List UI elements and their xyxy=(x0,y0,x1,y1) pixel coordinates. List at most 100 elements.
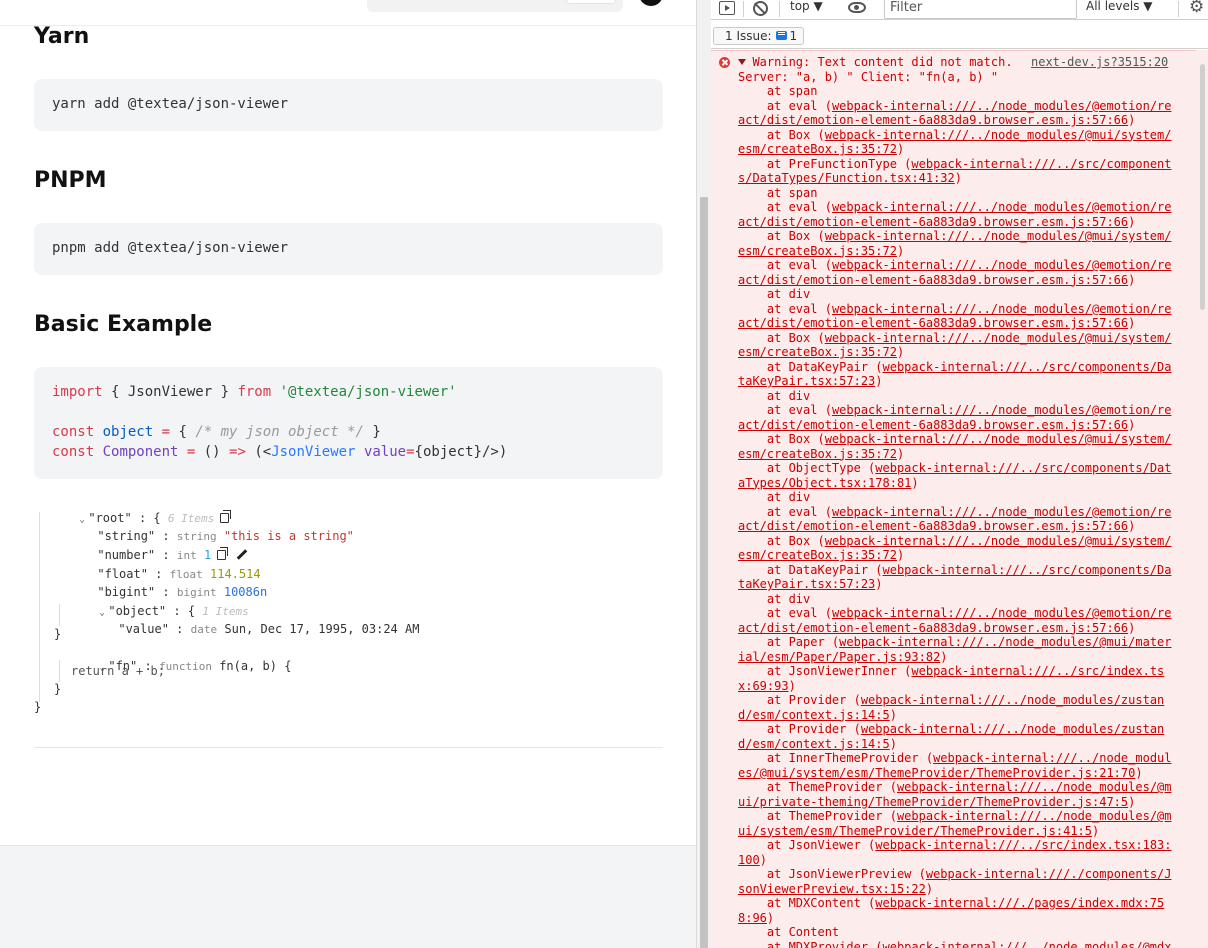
stack-frame-link[interactable]: webpack-internal:///../node_modules/zust… xyxy=(738,722,1164,751)
filter-input[interactable]: Filter xyxy=(884,0,1077,19)
stack-frame-link[interactable]: webpack-internal:///../src/index.tsx:183… xyxy=(738,838,1172,867)
stack-frame: at MDXContent (webpack-internal:///./pag… xyxy=(738,896,1165,925)
stack-frame: at Paper (webpack-internal:///../node_mo… xyxy=(738,635,1172,664)
stack-frame-link[interactable]: webpack-internal:///./pages/index.mdx:75… xyxy=(738,896,1164,925)
code-token: const xyxy=(52,424,95,440)
stack-frame-link[interactable]: webpack-internal:///../node_modules/@emo… xyxy=(738,403,1172,432)
stack-frame: at InnerThemeProvider (webpack-internal:… xyxy=(738,751,1172,780)
yarn-command: yarn add @textea/json-viewer xyxy=(52,96,289,112)
stack-frame: at MDXProvider (webpack-internal:///../n… xyxy=(738,940,1172,948)
clear-console-icon[interactable] xyxy=(753,1,768,16)
stack-frame: at JsonViewerInner (webpack-internal:///… xyxy=(738,664,1165,693)
code-token: {object}/>) xyxy=(414,444,508,460)
stack-frame: at div xyxy=(766,287,811,301)
warning-detail: Server: "a, b) " Client: "fn(a, b) " xyxy=(738,69,999,84)
stack-frame: at eval (webpack-internal:///../node_mod… xyxy=(738,200,1172,229)
context-selector[interactable]: top ▼ xyxy=(790,0,823,13)
stack-frame-link[interactable]: webpack-internal:///../src/components/Da… xyxy=(738,157,1172,186)
code-token: /* my json object */ xyxy=(195,424,364,440)
basic-example-heading: Basic Example xyxy=(34,312,213,337)
stack-frame-link[interactable]: webpack-internal:///../node_modules/@mui… xyxy=(738,331,1171,360)
warning-title: Warning: Text content did not match. Ser… xyxy=(738,55,1013,84)
stack-frame-link[interactable]: webpack-internal:///../node_modules/zust… xyxy=(738,693,1164,722)
console-error-message[interactable]: next-dev.js?3515:20 Warning: Text conten… xyxy=(711,50,1208,948)
stack-frame-link[interactable]: webpack-internal:///../node_modules/@emo… xyxy=(738,99,1172,128)
stack-frame: at div xyxy=(766,591,811,606)
code-token: = xyxy=(406,444,415,460)
issues-bar: 1 Issue: 1 xyxy=(711,21,1208,49)
log-levels-dropdown[interactable]: All levels ▼ xyxy=(1086,0,1153,13)
stack-frame-link[interactable]: webpack-internal:///../node_modules/@emo… xyxy=(738,606,1172,635)
stack-frame-link[interactable]: webpack-internal:///../node_modules/@mui… xyxy=(738,635,1172,664)
yarn-code-block: yarn add @textea/json-viewer xyxy=(34,79,663,131)
page-scrollbar[interactable] xyxy=(696,0,711,948)
stack-frame-link[interactable]: webpack-internal:///../src/components/Da… xyxy=(738,360,1171,389)
stack-frame-link[interactable]: webpack-internal:///../src/components/Da… xyxy=(738,563,1171,592)
stack-frame: at Box (webpack-internal:///../node_modu… xyxy=(738,330,1172,360)
stack-frame: at ThemeProvider (webpack-internal:///..… xyxy=(738,809,1172,838)
stack-frame-link[interactable]: webpack-internal:///../src/components/Da… xyxy=(738,461,1172,490)
stack-frame-link[interactable]: webpack-internal:///../node_modules/@emo… xyxy=(738,505,1172,534)
stack-frame: at Box (webpack-internal:///../node_modu… xyxy=(738,432,1172,461)
code-token: '@textea/json-viewer' xyxy=(279,384,457,400)
code-line-1: import { JsonViewer } from '@textea/json… xyxy=(52,384,457,400)
code-token: (< xyxy=(245,444,272,460)
stack-frame-link[interactable]: webpack-internal:///../node_modules/@mui… xyxy=(738,432,1171,461)
toolbar-separator xyxy=(743,1,744,17)
date-row[interactable]: "value" : date Sun, Dec 17, 1995, 03:24 … xyxy=(75,608,419,650)
stack-frame-link[interactable]: webpack-internal:///../node_modules/@mui… xyxy=(738,229,1171,258)
console-toolbar: top ▼ Filter All levels ▼ ⚙ xyxy=(711,0,1208,20)
stack-frame-link[interactable]: webpack-internal:///../node_modules/@mui… xyxy=(738,809,1172,838)
code-token: { JsonViewer } xyxy=(102,384,238,400)
code-token: { xyxy=(170,424,196,440)
stack-frame-link[interactable]: webpack-internal:///../node_modules/@mdx… xyxy=(738,940,1172,948)
stack-frame: at div xyxy=(766,388,811,403)
site-header xyxy=(0,0,696,26)
stack-frame-link[interactable]: webpack-internal:///../node_modules/@mui… xyxy=(738,128,1171,157)
live-expression-eye-icon[interactable] xyxy=(848,2,866,13)
stack-frame: at span xyxy=(766,84,818,98)
stack-frame-link[interactable]: webpack-internal:///../node_modules/@emo… xyxy=(738,200,1172,229)
settings-gear-icon[interactable]: ⚙ xyxy=(1189,0,1204,16)
stack-frame-link[interactable]: webpack-internal:///../node_modules/@emo… xyxy=(738,258,1172,287)
object-close: } xyxy=(54,627,62,641)
github-icon[interactable] xyxy=(639,0,663,6)
stack-frame-link[interactable]: webpack-internal:///../node_modules/@emo… xyxy=(738,302,1172,331)
fn-body: return a + b; xyxy=(71,664,165,678)
scrollbar-thumb[interactable] xyxy=(700,197,708,948)
issues-label: 1 Issue: xyxy=(725,29,772,43)
stack-frame: at eval (webpack-internal:///../node_mod… xyxy=(738,606,1172,635)
example-code-block: import { JsonViewer } from '@textea/json… xyxy=(34,367,663,479)
stack-frame: at eval (webpack-internal:///../node_mod… xyxy=(738,301,1172,331)
scrollbar-thumb[interactable] xyxy=(1200,64,1205,310)
code-token: from xyxy=(237,384,272,400)
stack-frame-link[interactable]: webpack-internal:///../node_modules/@mui… xyxy=(738,534,1171,563)
stack-frame-link[interactable]: webpack-internal:///../src/index.tsx:69:… xyxy=(738,664,1164,693)
code-token: Component xyxy=(102,444,179,460)
value-key: "value" xyxy=(118,622,169,636)
devtools-panel: top ▼ Filter All levels ▼ ⚙ 1 Issue: 1 ne… xyxy=(711,0,1208,948)
stack-frame-link[interactable]: webpack-internal:///./components/JsonVie… xyxy=(738,867,1172,896)
code-token: => xyxy=(229,444,246,460)
sidebar-toggle-icon[interactable] xyxy=(719,1,735,15)
toolbar-separator xyxy=(1178,1,1179,17)
stack-frame: at span xyxy=(766,185,818,200)
stack-frame: at Box (webpack-internal:///../node_modu… xyxy=(738,127,1172,157)
code-token: JsonViewer xyxy=(271,444,356,460)
code-line-3: const Component = () => (<JsonViewer val… xyxy=(52,444,507,460)
json-viewer: ⌄ "root" : { 6 Items "string" : string "t… xyxy=(34,494,663,720)
pnpm-command: pnpm add @textea/json-viewer xyxy=(52,240,289,256)
stack-frame: at Box (webpack-internal:///../node_modu… xyxy=(738,229,1172,258)
stack-frame: at eval (webpack-internal:///../node_mod… xyxy=(738,403,1172,432)
stack-frame: at ObjectType (webpack-internal:///../sr… xyxy=(738,461,1172,490)
console-scrollbar[interactable] xyxy=(1196,50,1208,948)
stack-frame: at PreFunctionType (webpack-internal:///… xyxy=(738,156,1172,186)
stack-frame: at eval (webpack-internal:///../node_mod… xyxy=(738,258,1172,287)
stack-frame-link[interactable]: webpack-internal:///../node_modules/@mui… xyxy=(738,780,1172,809)
stack-frame: at eval (webpack-internal:///../node_mod… xyxy=(738,504,1172,534)
warning-title-text: Warning: Text content did not match. xyxy=(752,55,1013,69)
stack-frame-link[interactable]: webpack-internal:///../node_modules/@mui… xyxy=(738,751,1172,780)
issues-button[interactable]: 1 Issue: 1 xyxy=(713,27,805,45)
code-token: object xyxy=(102,424,154,440)
code-line-2: const object = { /* my json object */ } xyxy=(52,424,381,440)
